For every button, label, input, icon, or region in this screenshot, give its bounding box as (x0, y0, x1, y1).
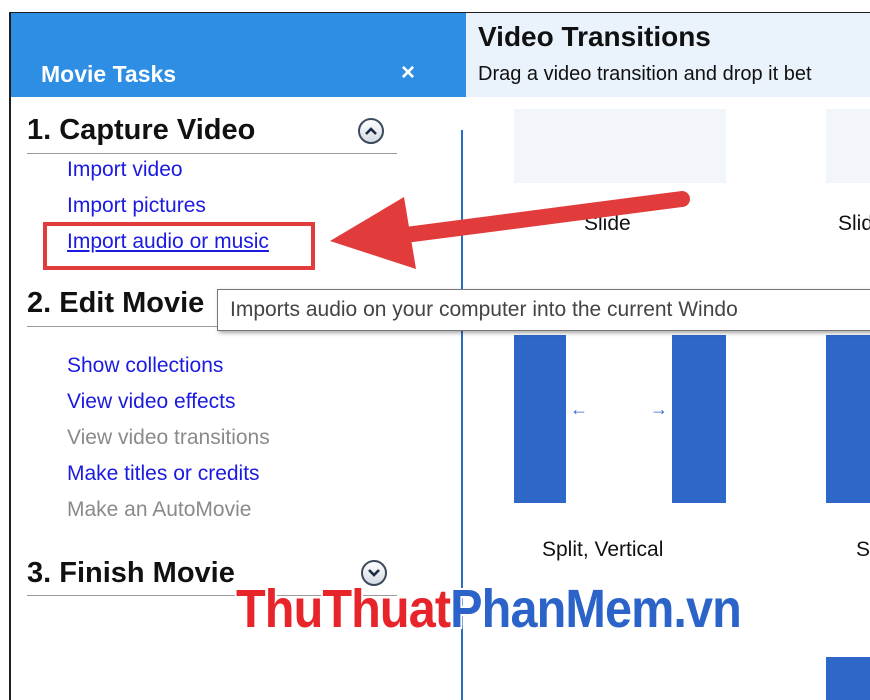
transition-thumbnail-slide-2[interactable] (826, 109, 870, 183)
transition-thumbnail-row3[interactable] (826, 657, 870, 700)
transition-thumbnail-slide[interactable] (514, 109, 726, 183)
split-right-bar (672, 335, 726, 503)
section-finish-movie-heading[interactable]: 3. Finish Movie (27, 557, 235, 590)
section-edit-movie-heading[interactable]: 2. Edit Movie (27, 287, 204, 320)
tooltip: Imports audio on your computer into the … (217, 289, 870, 331)
arrow-left-icon: ← (570, 399, 588, 419)
view-video-transitions-link: View video transitions (67, 426, 270, 449)
transition-thumbnail-partial[interactable] (826, 335, 870, 503)
transition-label-partial[interactable]: S (856, 538, 870, 562)
transition-label-slide-2[interactable]: Slid (838, 212, 870, 236)
section-capture-video-heading[interactable]: 1. Capture Video (27, 114, 255, 147)
transitions-title: Video Transitions (478, 21, 711, 52)
show-collections-link[interactable]: Show collections (67, 354, 223, 378)
watermark-part2: PhanMem.vn (450, 579, 742, 639)
view-video-effects-link[interactable]: View video effects (67, 390, 236, 414)
import-pictures-link[interactable]: Import pictures (67, 194, 206, 218)
collapse-chevron-up-icon[interactable] (358, 118, 384, 144)
make-titles-or-credits-link[interactable]: Make titles or credits (67, 462, 260, 486)
movie-maker-window: Video Transitions Drag a video transitio… (0, 0, 870, 700)
tooltip-text: Imports audio on your computer into the … (230, 298, 738, 321)
annotation-highlight-box (43, 222, 315, 270)
annotation-arrow-icon (330, 191, 690, 269)
arrow-right-icon: → (650, 399, 668, 419)
transitions-subtitle: Drag a video transition and drop it bet (478, 63, 812, 85)
import-video-link[interactable]: Import video (67, 158, 183, 182)
section-divider (27, 153, 397, 154)
make-an-automovie-link: Make an AutoMovie (67, 498, 252, 521)
watermark-part1: ThuThuat (236, 579, 451, 639)
watermark-logo: ThuThuatPhanMem.vn (236, 578, 742, 640)
transition-label-split-vertical[interactable]: Split, Vertical (542, 538, 663, 562)
close-icon[interactable]: × (401, 59, 415, 87)
split-left-bar (514, 335, 566, 503)
movie-tasks-title: Movie Tasks (41, 61, 177, 87)
movie-tasks-header: Movie Tasks × (11, 12, 466, 97)
